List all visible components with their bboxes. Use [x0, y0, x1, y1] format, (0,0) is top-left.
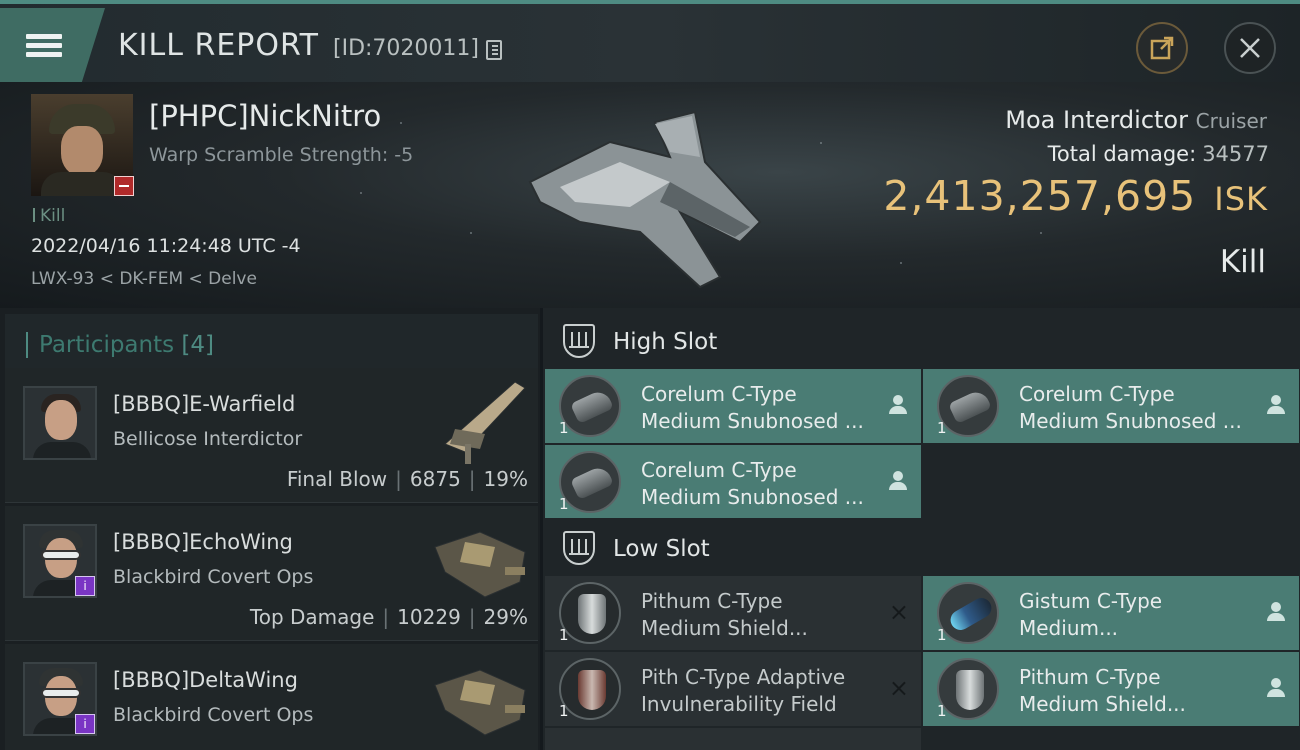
report-id: [ID:7020011]: [333, 36, 479, 61]
module-qty: 1: [937, 702, 947, 720]
high-slot-title: High Slot: [613, 329, 718, 355]
participants-header: Participants [4]: [5, 314, 538, 374]
victim-summary: [PHPC]NickNitro Warp Scramble Strength: …: [0, 82, 1300, 308]
kill-timestamp: 2022/04/16 11:24:48 UTC -4: [31, 235, 301, 257]
participant-row[interactable]: [BBBQ]E-Warfield Bellicose Interdictor F…: [5, 368, 538, 503]
module-name: Corelum C-Type Medium Snubnosed ...: [1019, 382, 1242, 433]
participant-name: [BBBQ]EchoWing: [113, 530, 293, 554]
participant-row[interactable]: i [BBBQ]DeltaWing Blackbird Covert Ops: [5, 644, 538, 750]
module-item[interactable]: 1 Corelum C-Type Medium Snubnosed ...: [923, 369, 1299, 443]
module-item[interactable]: 1 Corelum C-Type Medium Snubnosed ...: [545, 445, 921, 519]
module-name: Corelum C-Type Medium Snubnosed ...: [641, 382, 864, 433]
participants-count: [4]: [181, 332, 215, 358]
participant-ship-image: [444, 381, 526, 464]
low-slot-icon: [563, 531, 595, 565]
participant-stats: Top Damage | 10229 | 29%: [249, 605, 528, 629]
module-item[interactable]: 1 Pith C-Type Adaptive Invulnerability Fi…: [545, 652, 921, 726]
participant-ship: Bellicose Interdictor: [113, 428, 303, 450]
participant-row[interactable]: i [BBBQ]EchoWing Blackbird Covert Ops To…: [5, 506, 538, 641]
dropped-icon: [889, 395, 907, 415]
victim-name[interactable]: [PHPC]NickNitro: [149, 99, 381, 133]
fleet-standing-icon: i: [75, 576, 95, 596]
participant-stats: Final Blow | 6875 | 19%: [286, 467, 528, 491]
module-qty: 1: [559, 626, 569, 644]
participant-ship: Blackbird Covert Ops: [113, 566, 314, 588]
kill-location[interactable]: LWX-93 < DK-FEM < Delve: [31, 269, 257, 289]
low-slot-title: Low Slot: [613, 536, 710, 562]
dropped-icon: [1267, 678, 1285, 698]
hostile-standing-icon: [114, 176, 134, 196]
share-icon: [1150, 36, 1174, 60]
destroyed-icon: ×: [888, 598, 909, 626]
warp-scramble-strength: Warp Scramble Strength: -5: [149, 144, 414, 166]
module-name: Pithum C-Type Medium Shield...: [1019, 665, 1186, 716]
low-slot-header: Low Slot: [543, 518, 1300, 578]
module-item[interactable]: [545, 728, 921, 750]
module-qty: 1: [937, 419, 947, 437]
participant-avatar[interactable]: [23, 386, 97, 460]
participant-ship-image: [434, 531, 526, 598]
participant-ship-image: [434, 669, 526, 736]
result-label: Kill: [1219, 244, 1266, 280]
participants-title: Participants: [39, 332, 175, 358]
hamburger-icon: [26, 30, 62, 61]
module-qty: 1: [559, 419, 569, 437]
participant-name: [BBBQ]E-Warfield: [113, 392, 296, 416]
copy-icon[interactable]: [486, 40, 502, 60]
isk-value: 2,413,257,695 ISK: [883, 172, 1268, 220]
total-damage: Total damage: 34577: [1047, 142, 1269, 166]
module-name: Pithum C-Type Medium Shield...: [641, 589, 808, 640]
title-bar: KILL REPORT [ID:7020011]: [0, 0, 1300, 82]
ship-class: Cruiser: [1195, 109, 1267, 133]
participant-name: [BBBQ]DeltaWing: [113, 668, 298, 692]
menu-button[interactable]: [0, 8, 105, 82]
module-qty: 1: [559, 495, 569, 513]
dropped-icon: [1267, 395, 1285, 415]
module-item[interactable]: 1 Gistum C-Type Medium...: [923, 576, 1299, 650]
dropped-icon: [889, 471, 907, 491]
share-button[interactable]: [1136, 22, 1188, 74]
destroyed-icon: ×: [888, 674, 909, 702]
module-item[interactable]: 1 Pithum C-Type Medium Shield...: [923, 652, 1299, 726]
page-title: KILL REPORT: [118, 28, 319, 63]
dropped-icon: [1267, 602, 1285, 622]
victim-ship-name[interactable]: Moa Interdictor Cruiser: [1005, 106, 1267, 134]
module-qty: 1: [559, 702, 569, 720]
close-button[interactable]: [1224, 22, 1276, 74]
module-item[interactable]: 1 Pithum C-Type Medium Shield... ×: [545, 576, 921, 650]
participant-ship: Blackbird Covert Ops: [113, 704, 314, 726]
high-slot-icon: [563, 324, 595, 358]
high-slot-header: High Slot: [543, 311, 1300, 371]
fitting-panel: High Slot 1 Corelum C-Type Medium Snubnos…: [543, 308, 1300, 750]
module-name: Gistum C-Type Medium...: [1019, 589, 1163, 640]
victim-ship-image[interactable]: [520, 102, 770, 292]
module-item[interactable]: 1 Corelum C-Type Medium Snubnosed ...: [545, 369, 921, 443]
module-qty: 1: [937, 626, 947, 644]
module-name: Corelum C-Type Medium Snubnosed ...: [641, 458, 864, 509]
fleet-standing-icon: i: [75, 714, 95, 734]
close-icon: [1240, 38, 1260, 58]
module-name: Pith C-Type Adaptive Invulnerability Fiel…: [641, 665, 846, 716]
kill-tag: Kill: [33, 206, 65, 226]
participants-panel: Participants [4] [BBBQ]E-Warfield Bellic…: [0, 308, 540, 750]
